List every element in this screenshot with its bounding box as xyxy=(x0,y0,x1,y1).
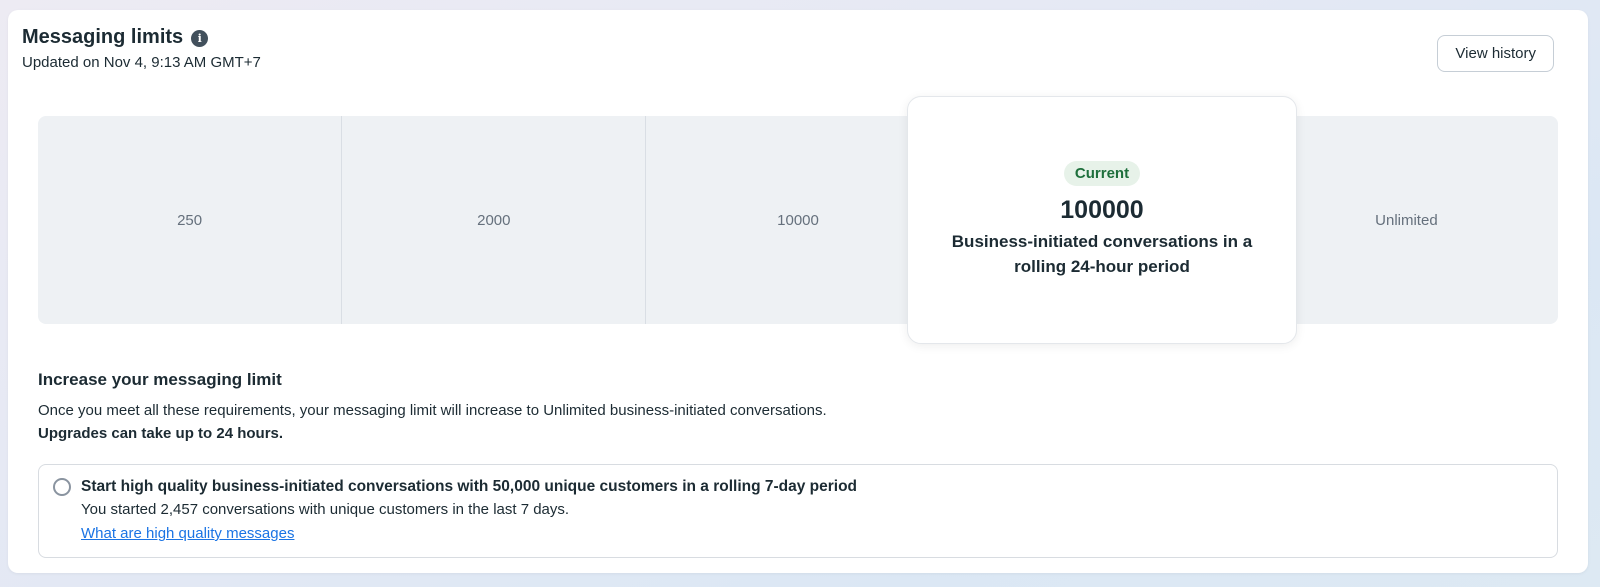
increase-limit-section: Increase your messaging limit Once you m… xyxy=(38,370,1558,444)
section-heading: Increase your messaging limit xyxy=(38,370,1558,390)
header-text-block: Messaging limits i Updated on Nov 4, 9:1… xyxy=(22,26,261,71)
requirement-title: Start high quality business-initiated co… xyxy=(81,476,857,497)
requirement-status-circle-icon xyxy=(53,478,71,496)
requirement-text-block: Start high quality business-initiated co… xyxy=(81,476,857,544)
panel-header: Messaging limits i Updated on Nov 4, 9:1… xyxy=(8,10,1588,72)
tier-segment-10000: 10000 xyxy=(646,116,950,324)
current-badge: Current xyxy=(1064,161,1140,186)
requirement-progress: You started 2,457 conversations with uni… xyxy=(81,499,857,520)
page-title: Messaging limits xyxy=(22,26,183,49)
limit-bar-wrapper: 250 2000 10000 Unlimited Current 100000 … xyxy=(38,116,1558,324)
tier-segment-unlimited: Unlimited xyxy=(1255,116,1558,324)
current-limit-value: 100000 xyxy=(1060,196,1143,225)
view-history-button[interactable]: View history xyxy=(1437,35,1554,72)
current-tier-card: Current 100000 Business-initiated conver… xyxy=(907,96,1297,344)
upgrade-note: Upgrades can take up to 24 hours. xyxy=(38,423,1558,444)
title-row: Messaging limits i xyxy=(22,26,261,49)
current-limit-description: Business-initiated conversations in a ro… xyxy=(937,229,1267,279)
requirement-box: Start high quality business-initiated co… xyxy=(38,464,1558,558)
messaging-limits-panel: Messaging limits i Updated on Nov 4, 9:1… xyxy=(8,10,1588,573)
section-description: Once you meet all these requirements, yo… xyxy=(38,400,1558,421)
updated-timestamp: Updated on Nov 4, 9:13 AM GMT+7 xyxy=(22,54,261,71)
tier-segment-2000: 2000 xyxy=(342,116,646,324)
limit-bar: 250 2000 10000 Unlimited xyxy=(38,116,1558,324)
tier-segment-250: 250 xyxy=(38,116,342,324)
high-quality-messages-link[interactable]: What are high quality messages xyxy=(81,523,294,544)
info-icon[interactable]: i xyxy=(191,30,208,47)
